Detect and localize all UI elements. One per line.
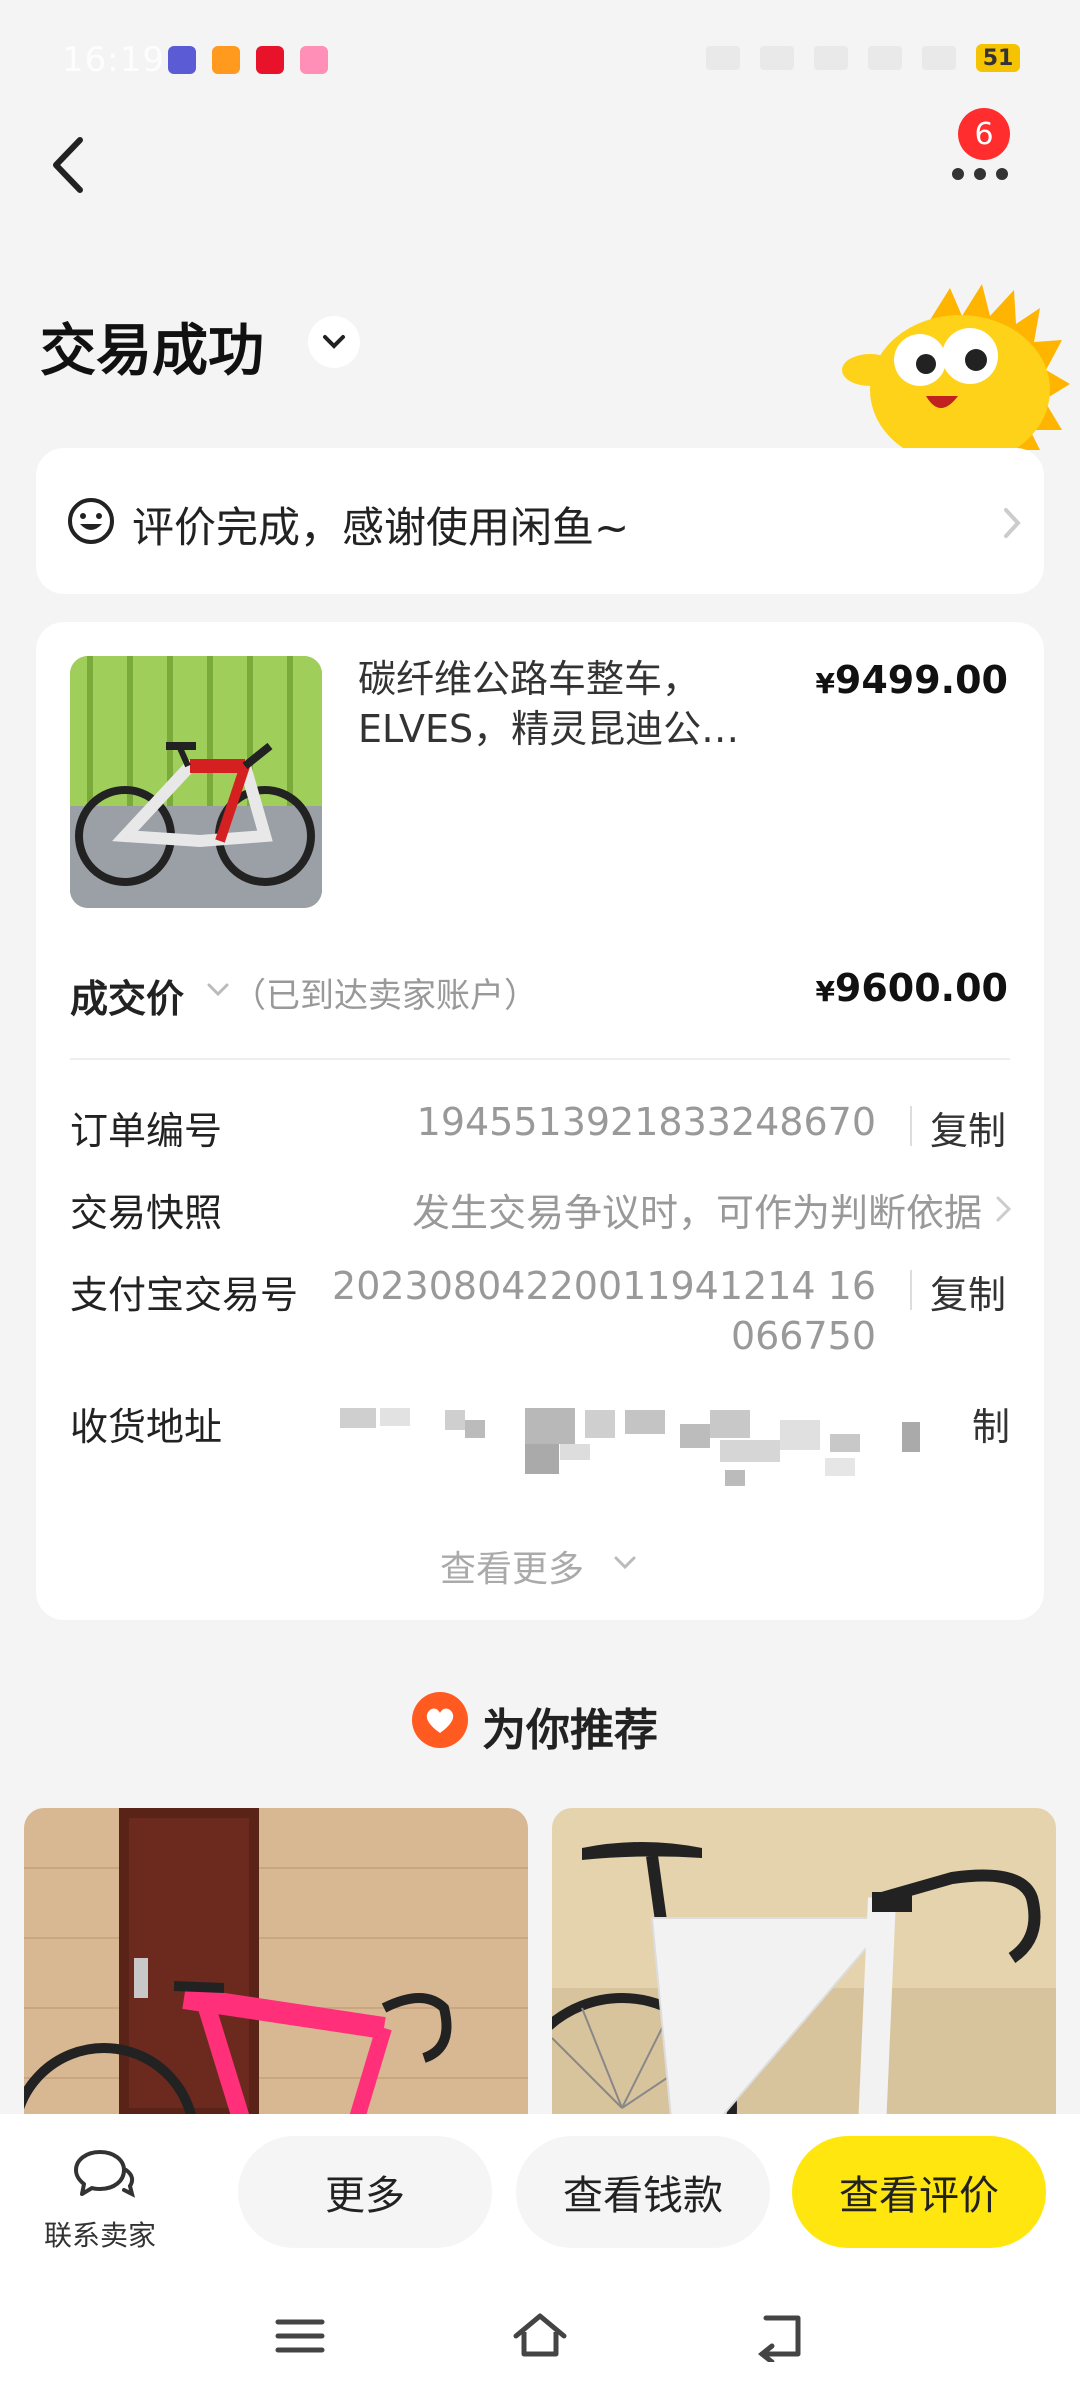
battery-icon: 51 bbox=[976, 44, 1020, 72]
order-number-value: 1945513921833248670 bbox=[416, 1100, 876, 1144]
pink-bicycle-photo bbox=[24, 1808, 528, 2128]
product-price: ¥9499.00 bbox=[815, 658, 1008, 702]
status-indicators: 51 bbox=[706, 44, 1020, 72]
divider bbox=[910, 1106, 912, 1146]
xianyu-mascot-icon bbox=[842, 284, 1070, 450]
currency-symbol: ¥ bbox=[815, 975, 835, 1008]
app-notification-icon bbox=[256, 46, 284, 74]
hd-icon bbox=[814, 46, 848, 70]
signal-icon bbox=[868, 46, 902, 70]
product-price-value: 9499.00 bbox=[834, 658, 1008, 702]
copy-alipay-trade-button[interactable]: 复制 bbox=[930, 1264, 1006, 1319]
chevron-down-icon bbox=[614, 1556, 636, 1570]
order-number-label: 订单编号 bbox=[70, 1109, 223, 1153]
page-title: 交易成功 bbox=[40, 319, 264, 384]
back-icon[interactable] bbox=[752, 2310, 808, 2362]
status-time: 16:19 bbox=[62, 40, 165, 80]
bluetooth-icon bbox=[706, 46, 740, 70]
app-notification-icon bbox=[212, 46, 240, 74]
alipay-trade-value-line2: 066750 bbox=[730, 1314, 876, 1358]
currency-symbol: ¥ bbox=[815, 667, 835, 700]
address-label: 收货地址 bbox=[70, 1405, 223, 1449]
chat-bubble-icon bbox=[74, 2150, 135, 2198]
back-button[interactable] bbox=[40, 130, 100, 200]
divider bbox=[910, 1270, 912, 1310]
view-review-button[interactable]: 查看评价 bbox=[792, 2136, 1046, 2248]
white-bicycle-photo bbox=[552, 1808, 1056, 2128]
address-blurred-content bbox=[340, 1408, 920, 1486]
view-payment-button[interactable]: 查看钱款 bbox=[516, 2136, 770, 2248]
chevron-down-icon bbox=[323, 335, 345, 349]
copy-order-number-button[interactable]: 复制 bbox=[930, 1100, 1006, 1155]
app-notification-icon bbox=[168, 46, 196, 74]
contact-seller-label: 联系卖家 bbox=[44, 2219, 157, 2252]
app-notification-icon bbox=[300, 46, 328, 74]
view-more-button[interactable]: 查看更多 bbox=[440, 1540, 584, 1592]
wifi-icon bbox=[922, 46, 956, 70]
heart-icon bbox=[412, 1692, 468, 1748]
smiley-icon bbox=[68, 498, 114, 544]
chevron-down-icon[interactable] bbox=[204, 980, 232, 1000]
recommend-item-image[interactable] bbox=[24, 1808, 528, 2128]
recommend-item-image[interactable] bbox=[552, 1808, 1056, 2128]
home-icon[interactable] bbox=[512, 2310, 568, 2362]
product-title[interactable]: 碳纤维公路车整车，ELVES，精灵昆迪公… bbox=[358, 654, 778, 754]
product-image[interactable] bbox=[70, 656, 322, 908]
bicycle-photo bbox=[70, 656, 322, 908]
review-banner-text: 评价完成，感谢使用闲鱼~ bbox=[132, 503, 630, 552]
snapshot-label: 交易快照 bbox=[70, 1191, 223, 1235]
heart-shape bbox=[426, 1708, 454, 1733]
notification-badge: 6 bbox=[958, 108, 1010, 160]
divider bbox=[70, 1058, 1010, 1060]
deal-price-value: 9600.00 bbox=[834, 966, 1008, 1010]
back-arrow-icon bbox=[53, 137, 83, 193]
chevron-right-icon bbox=[1004, 508, 1021, 538]
copy-address-button[interactable]: 制 bbox=[972, 1396, 1010, 1451]
menu-icon[interactable] bbox=[272, 2310, 328, 2362]
chevron-right-icon bbox=[996, 1196, 1012, 1222]
deal-price: ¥9600.00 bbox=[815, 966, 1008, 1010]
deal-price-note: （已到达卖家账户） bbox=[232, 976, 538, 1016]
alipay-trade-label: 支付宝交易号 bbox=[70, 1273, 299, 1317]
deal-price-label: 成交价 bbox=[70, 977, 185, 1021]
snapshot-link[interactable]: 发生交易争议时，可作为判断依据 bbox=[412, 1182, 982, 1237]
alipay-trade-value-line1: 20230804220011941214 16 bbox=[332, 1264, 876, 1308]
data-speed-icon bbox=[760, 46, 794, 70]
status-expand-button[interactable] bbox=[308, 316, 360, 368]
more-actions-button[interactable]: 更多 bbox=[238, 2136, 492, 2248]
recommend-title: 为你推荐 bbox=[482, 1705, 658, 1756]
